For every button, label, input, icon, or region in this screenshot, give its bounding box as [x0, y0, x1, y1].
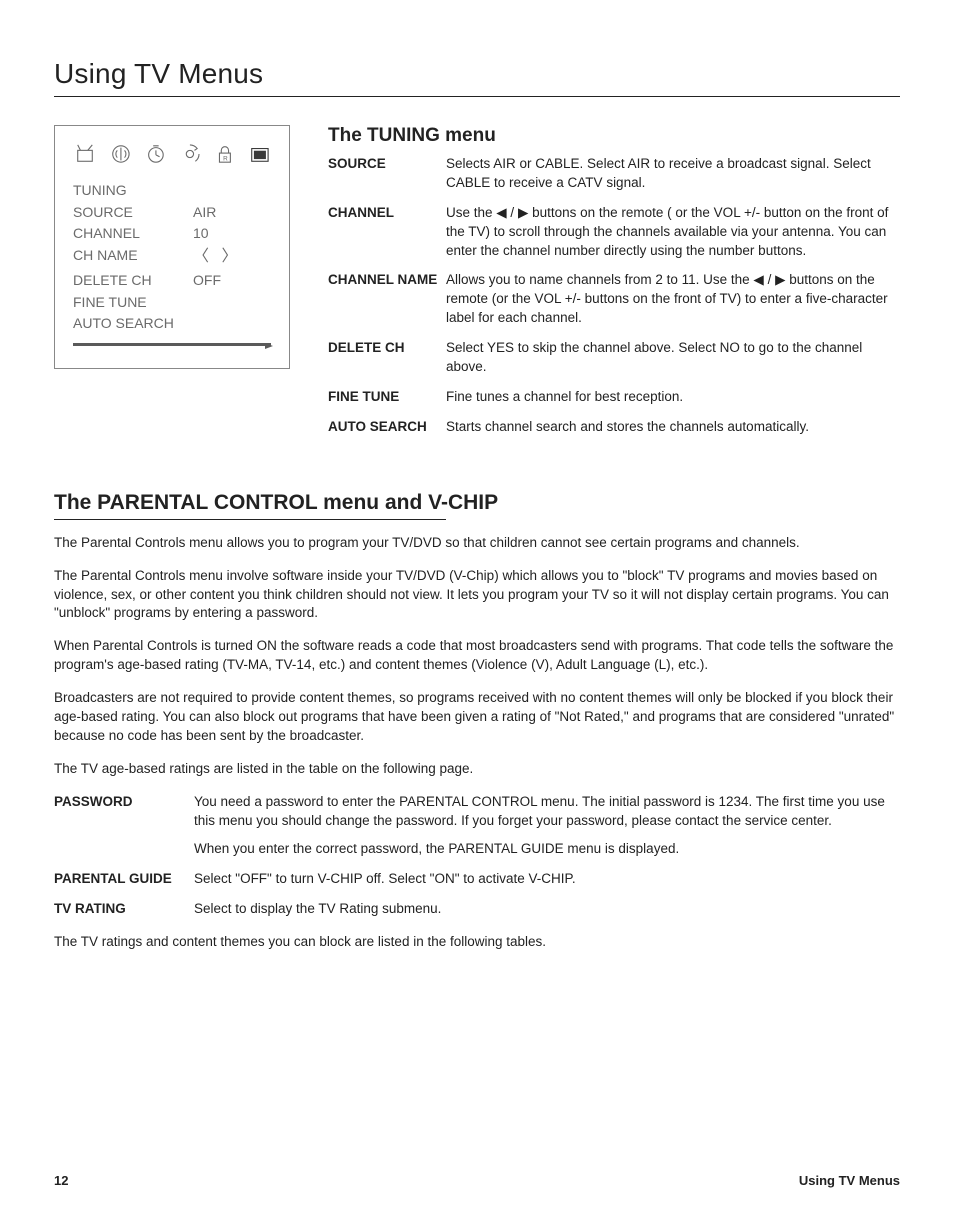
def-row-tv-rating: TV RATING Select to display the TV Ratin… — [54, 900, 900, 919]
osd-menu-list: TUNING SOURCEAIR CHANNEL10 CH NAME〈 〉 DE… — [73, 180, 271, 346]
osd-header: TUNING — [73, 180, 193, 202]
osd-item-value: AIR — [193, 202, 216, 224]
def-label: DELETE CH — [328, 339, 446, 358]
def-body: Select to display the TV Rating submenu. — [194, 900, 900, 919]
def-row-auto-search: AUTO SEARCH Starts channel search and st… — [328, 418, 900, 437]
def-body: Starts channel search and stores the cha… — [446, 418, 900, 437]
video-icon — [249, 142, 271, 166]
osd-item-value: OFF — [193, 270, 221, 292]
def-row-delete-ch: DELETE CH Select YES to skip the channel… — [328, 339, 900, 377]
left-triangle-icon: ◀ — [753, 271, 763, 290]
parental-p5: The TV age-based ratings are listed in t… — [54, 760, 900, 779]
def-label: PARENTAL GUIDE — [54, 870, 194, 889]
def-label: CHANNEL — [328, 204, 446, 223]
def-label: TV RATING — [54, 900, 194, 919]
parental-p4: Broadcasters are not required to provide… — [54, 689, 900, 746]
def-body: Select "OFF" to turn V-CHIP off. Select … — [194, 870, 900, 889]
osd-icon-row: R — [73, 142, 271, 166]
password-body-2: When you enter the correct password, the… — [194, 840, 900, 859]
audio-icon — [110, 142, 132, 166]
def-row-fine-tune: FINE TUNE Fine tunes a channel for best … — [328, 388, 900, 407]
clock-icon — [145, 142, 167, 166]
parental-underline — [54, 519, 446, 520]
osd-item-label: AUTO SEARCH — [73, 313, 193, 335]
def-row-password: PASSWORD You need a password to enter th… — [54, 793, 900, 860]
osd-item-label: SOURCE — [73, 202, 193, 224]
def-row-parental-guide: PARENTAL GUIDE Select "OFF" to turn V-CH… — [54, 870, 900, 889]
parental-p3: When Parental Controls is turned ON the … — [54, 637, 900, 675]
footer-section: Using TV Menus — [799, 1173, 900, 1188]
def-row-source: SOURCE Selects AIR or CABLE. Select AIR … — [328, 155, 900, 193]
svg-text:R: R — [223, 155, 228, 162]
page-title: Using TV Menus — [54, 58, 900, 90]
def-row-channel: CHANNEL Use the ◀ / ▶ buttons on the rem… — [328, 204, 900, 261]
title-rule — [54, 96, 900, 97]
password-body-1: You need a password to enter the PARENTA… — [194, 793, 900, 831]
def-body: Use the ◀ / ▶ buttons on the remote ( or… — [446, 204, 900, 261]
def-body: Selects AIR or CABLE. Select AIR to rece… — [446, 155, 900, 193]
parental-p2: The Parental Controls menu involve softw… — [54, 567, 900, 624]
osd-item-label: FINE TUNE — [73, 292, 193, 314]
osd-screenshot: R TUNING SOURCEAIR CHANNEL10 CH NAME〈 〉 … — [54, 125, 290, 369]
osd-item-value: 〈 〉 — [193, 245, 241, 270]
parental-heading: The PARENTAL CONTROL menu and V-CHIP — [54, 491, 900, 515]
lock-icon: R — [214, 142, 236, 166]
def-body: Allows you to name channels from 2 to 11… — [446, 271, 900, 328]
osd-item-label: DELETE CH — [73, 270, 193, 292]
def-body: You need a password to enter the PARENTA… — [194, 793, 900, 860]
osd-item-label: CH NAME — [73, 245, 193, 270]
tuning-heading: The TUNING menu — [328, 125, 900, 147]
parental-p1: The Parental Controls menu allows you to… — [54, 534, 900, 553]
def-label: CHANNEL NAME — [328, 271, 446, 290]
def-row-channel-name: CHANNEL NAME Allows you to name channels… — [328, 271, 900, 328]
right-triangle-icon: ▶ — [775, 271, 785, 290]
tuning-icon — [75, 142, 97, 166]
def-body: Select YES to skip the channel above. Se… — [446, 339, 900, 377]
osd-item-value: 10 — [193, 223, 209, 245]
osd-underline — [73, 343, 271, 346]
osd-item-label: CHANNEL — [73, 223, 193, 245]
left-triangle-icon: ◀ — [496, 204, 506, 223]
def-label: PASSWORD — [54, 793, 194, 812]
def-body: Fine tunes a channel for best reception. — [446, 388, 900, 407]
def-label: AUTO SEARCH — [328, 418, 446, 437]
parental-p6: The TV ratings and content themes you ca… — [54, 933, 900, 952]
settings-icon — [179, 142, 201, 166]
def-label: SOURCE — [328, 155, 446, 174]
right-triangle-icon: ▶ — [518, 204, 528, 223]
page-number: 12 — [54, 1173, 68, 1188]
def-label: FINE TUNE — [328, 388, 446, 407]
